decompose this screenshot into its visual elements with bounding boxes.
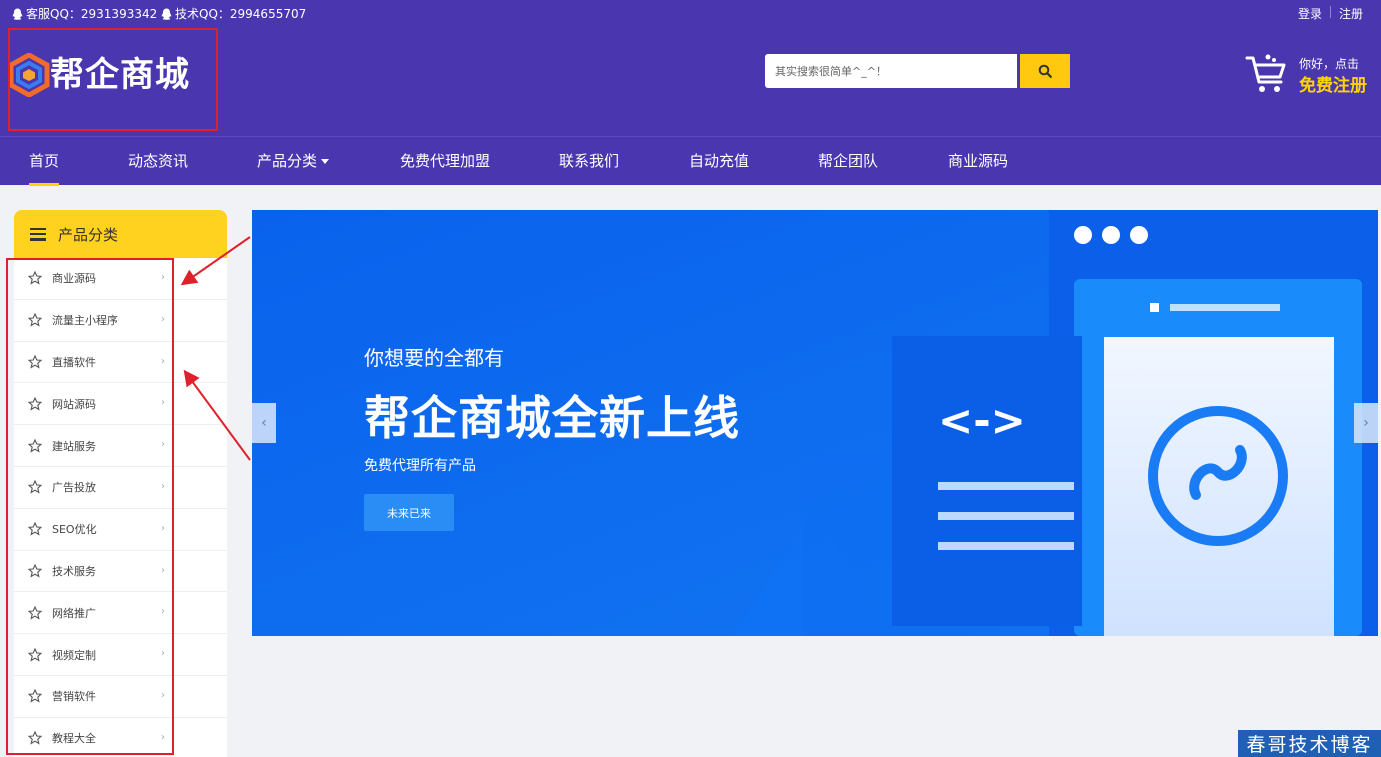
category-label: 视频定制 [52,648,96,662]
nav-item-label: 产品分类 [257,152,318,170]
category-item[interactable]: 技术服务 › [14,551,227,593]
site-header: 帮企商城 你好，点击 免费注册 [0,24,1381,136]
star-icon [28,605,42,620]
category-list: 商业源码 › 流量主小程序 › 直播软件 › 网站源码 › 建站服务 › 广告投放 › SE… [14,258,227,757]
category-item[interactable]: 视频定制 › [14,634,227,676]
chevron-right-icon: › [161,313,165,325]
chevron-right-icon: › [161,689,165,701]
chevron-right-icon: › [161,355,165,367]
chevron-right-icon: › [161,648,165,660]
menu-icon [30,227,46,241]
chevron-right-icon: › [161,606,165,618]
hero-banner: <-> 你想要的全都有 帮企商城全新上线 免费代理所有产品 未来已来 ‹ › [252,210,1378,636]
star-icon [28,731,42,745]
chevron-right-icon: › [161,397,165,409]
category-item[interactable]: 直播软件 › [14,342,227,384]
search-input[interactable] [765,54,1017,88]
logo-highlight-box [8,28,218,131]
category-label: 流量主小程序 [52,314,118,328]
star-icon [28,438,42,453]
chevron-right-icon: › [161,731,165,743]
service-qq: 客服QQ：2931393342 [12,5,157,22]
category-label: 建站服务 [52,439,96,453]
category-item[interactable]: 营销软件 › [14,676,227,718]
star-icon [28,522,42,536]
category-label: SEO优化 [52,523,97,537]
chevron-right-icon: › [161,522,165,534]
nav-item-categories[interactable]: 产品分类 [257,137,330,186]
nav-item-contact[interactable]: 联系我们 [559,137,619,186]
star-icon [28,354,42,369]
category-label: 网站源码 [52,397,96,411]
top-bar: 客服QQ：2931393342 技术QQ：2994655707 登录 注册 [0,0,1381,24]
code-glyph: <-> [938,396,1026,445]
category-label: 营销软件 [52,690,96,704]
qq-icon [12,8,23,20]
category-item[interactable]: 商业源码 › [14,258,227,300]
banner-subtitle: 你想要的全都有 [364,346,504,370]
banner-description: 免费代理所有产品 [364,458,476,474]
chevron-right-icon: › [161,480,165,492]
caret-down-icon [321,159,330,164]
nav-item-home[interactable]: 首页 [29,137,60,186]
service-qq-text: 客服QQ：2931393342 [26,7,158,21]
sidebar-header: 产品分类 [14,210,227,258]
category-label: 网络推广 [52,606,96,620]
chevron-right-icon: › [161,564,165,576]
nav-item-news[interactable]: 动态资讯 [128,137,188,186]
search-bar [765,54,1070,88]
category-label: 商业源码 [52,272,96,286]
watermark: 春哥技术博客 [1238,730,1381,757]
nav-item-source-code[interactable]: 商业源码 [948,137,1008,186]
star-icon [28,647,42,662]
category-item[interactable]: 广告投放 › [14,467,227,509]
category-item[interactable]: 网站源码 › [14,383,227,426]
main-nav: 首页 动态资讯 产品分类 免费代理加盟 联系我们 自动充值 帮企团队 商业源码 [0,136,1381,186]
category-item[interactable]: SEO优化 › [14,509,227,551]
star-icon [28,563,42,578]
banner-cta-button[interactable]: 未来已来 [364,494,454,531]
carousel-next-button[interactable]: › [1354,403,1378,443]
category-item[interactable]: 教程大全 › [14,718,227,757]
category-label: 广告投放 [52,481,96,495]
star-icon [28,313,42,327]
search-button[interactable] [1020,54,1070,88]
star-icon [28,480,42,495]
category-label: 技术服务 [52,564,96,578]
search-icon [1038,64,1052,78]
chevron-left-icon: ‹ [261,415,267,431]
category-label: 教程大全 [52,732,96,746]
qq-icon [161,8,172,20]
category-item[interactable]: 网络推广 › [14,592,227,635]
nav-item-recharge[interactable]: 自动充值 [689,137,749,186]
star-icon [28,689,42,704]
tech-qq: 技术QQ：2994655707 [161,5,306,22]
cart-icon[interactable] [1244,52,1288,96]
register-link[interactable]: 注册 [1331,5,1371,22]
carousel-prev-button[interactable]: ‹ [252,403,276,443]
auth-links: 登录 注册 [1290,5,1371,22]
banner-headline: 帮企商城全新上线 [364,391,740,445]
chevron-right-icon: › [161,272,165,283]
star-icon [28,271,42,286]
category-item[interactable]: 流量主小程序 › [14,300,227,342]
greeting-text: 你好，点击 [1299,57,1360,71]
star-icon [28,396,42,411]
sidebar-title: 产品分类 [58,225,119,244]
nav-item-team[interactable]: 帮企团队 [818,137,878,186]
login-link[interactable]: 登录 [1290,5,1330,22]
category-item[interactable]: 建站服务 › [14,425,227,467]
tech-qq-text: 技术QQ：2994655707 [175,7,307,21]
chevron-right-icon: › [1363,415,1369,431]
chevron-right-icon: › [161,439,165,451]
nav-item-agent-join[interactable]: 免费代理加盟 [400,137,490,186]
category-label: 直播软件 [52,355,96,369]
free-register-link[interactable]: 免费注册 [1299,71,1367,96]
